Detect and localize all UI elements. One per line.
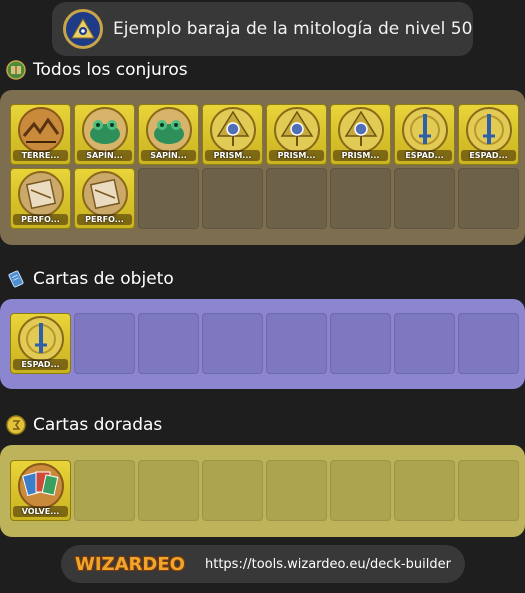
spell-card[interactable]: ESPAD... xyxy=(10,313,71,374)
empty-card-slot[interactable] xyxy=(74,313,135,374)
gold-coin-icon xyxy=(6,415,26,435)
card-label: PRISM... xyxy=(333,150,388,161)
spell-card[interactable]: PRISM... xyxy=(266,104,327,165)
card-label: VOLVE... xyxy=(13,506,68,517)
card-label: TERRE... xyxy=(13,150,68,161)
spell-card[interactable]: SAPÍN... xyxy=(138,104,199,165)
spellbook-icon xyxy=(6,60,26,80)
empty-card-slot[interactable] xyxy=(458,313,519,374)
empty-card-slot[interactable] xyxy=(458,168,519,229)
card-label: ESPAD... xyxy=(461,150,516,161)
empty-card-slot[interactable] xyxy=(330,313,391,374)
footer-url-link[interactable]: https://tools.wizardeo.eu/deck-builder xyxy=(205,557,451,572)
empty-card-slot[interactable] xyxy=(202,168,263,229)
section-title: Todos los conjuros xyxy=(33,60,188,80)
spell-card[interactable]: PERFO... xyxy=(10,168,71,229)
empty-card-slot[interactable] xyxy=(138,168,199,229)
empty-card-slot[interactable] xyxy=(138,460,199,521)
empty-card-slot[interactable] xyxy=(458,460,519,521)
section-title: Cartas de objeto xyxy=(33,269,174,289)
empty-card-slot[interactable] xyxy=(266,168,327,229)
empty-card-slot[interactable] xyxy=(394,168,455,229)
empty-card-slot[interactable] xyxy=(202,313,263,374)
card-label: PRISM... xyxy=(269,150,324,161)
spell-card[interactable]: TERRE... xyxy=(10,104,71,165)
title-banner: Ejemplo baraja de la mitología de nivel … xyxy=(52,2,473,56)
card-label: PERFO... xyxy=(77,214,132,225)
empty-card-slot[interactable] xyxy=(266,460,327,521)
card-label: SAPÍN... xyxy=(77,150,132,161)
wizardeo-logo[interactable]: WIZARDEO xyxy=(75,549,195,579)
spell-card[interactable]: PERFO... xyxy=(74,168,135,229)
gold-panel: VOLVE... xyxy=(0,445,525,537)
spell-card[interactable]: PRISM... xyxy=(202,104,263,165)
spell-card[interactable]: VOLVE... xyxy=(10,460,71,521)
card-label: ESPAD... xyxy=(397,150,452,161)
items-panel: ESPAD... xyxy=(0,299,525,389)
empty-card-slot[interactable] xyxy=(202,460,263,521)
spells-panel: TERRE... SAPÍN... SAPÍN... PRISM... PRISM...… xyxy=(0,90,525,245)
spell-card[interactable]: PRISM... xyxy=(330,104,391,165)
empty-card-slot[interactable] xyxy=(330,460,391,521)
mythology-school-icon xyxy=(63,9,103,49)
empty-card-slot[interactable] xyxy=(266,313,327,374)
spells-card-grid: TERRE... SAPÍN... SAPÍN... PRISM... PRISM...… xyxy=(10,104,519,229)
card-label: ESPAD... xyxy=(13,359,68,370)
spell-card[interactable]: ESPAD... xyxy=(458,104,519,165)
page-title: Ejemplo baraja de la mitología de nivel … xyxy=(113,19,473,39)
empty-card-slot[interactable] xyxy=(394,313,455,374)
empty-card-slot[interactable] xyxy=(138,313,199,374)
spell-card[interactable]: ESPAD... xyxy=(394,104,455,165)
section-title: Cartas doradas xyxy=(33,415,163,435)
card-label: PRISM... xyxy=(205,150,260,161)
gold-card-grid: VOLVE... xyxy=(10,460,519,521)
items-section-header: Cartas de objeto xyxy=(6,269,174,289)
empty-card-slot[interactable] xyxy=(330,168,391,229)
item-card-icon xyxy=(6,269,26,289)
spells-section-header: Todos los conjuros xyxy=(6,60,188,80)
footer-bar: WIZARDEO https://tools.wizardeo.eu/deck-… xyxy=(61,545,465,583)
card-label: SAPÍN... xyxy=(141,150,196,161)
gold-section-header: Cartas doradas xyxy=(6,415,162,435)
spell-card[interactable]: SAPÍN... xyxy=(74,104,135,165)
empty-card-slot[interactable] xyxy=(394,460,455,521)
items-card-grid: ESPAD... xyxy=(10,313,519,374)
empty-card-slot[interactable] xyxy=(74,460,135,521)
card-label: PERFO... xyxy=(13,214,68,225)
